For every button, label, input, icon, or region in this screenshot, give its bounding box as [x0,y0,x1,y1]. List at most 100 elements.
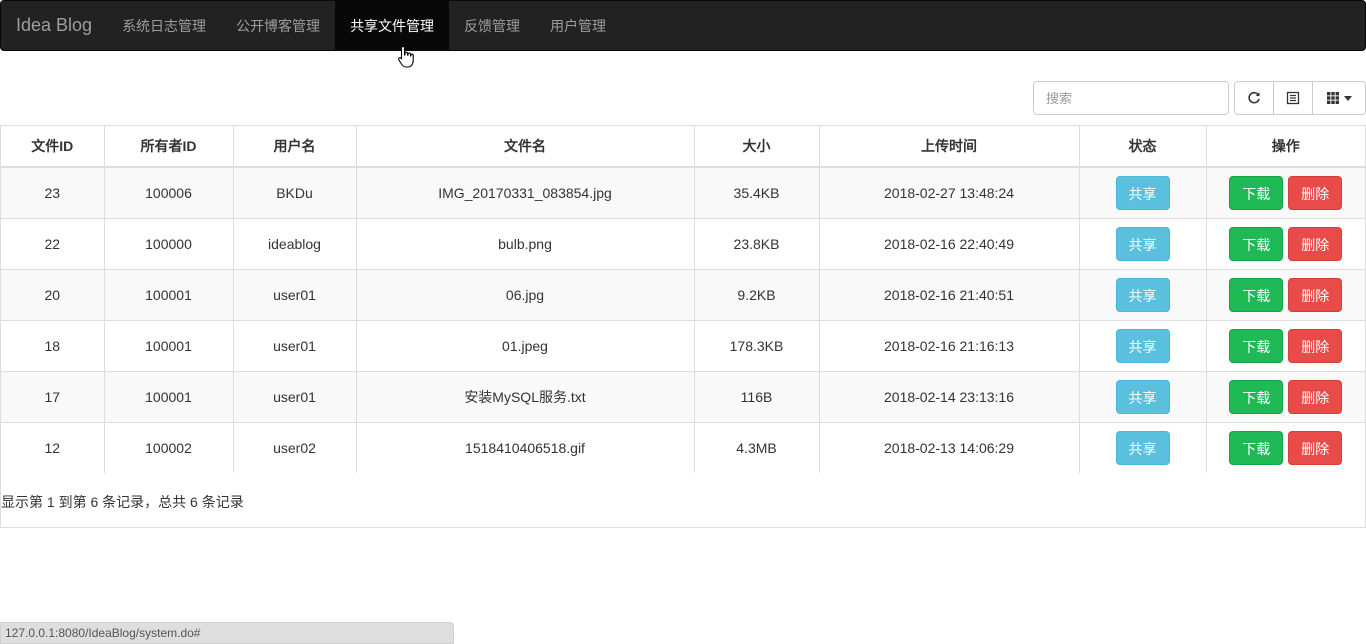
share-status-button[interactable]: 共享 [1115,175,1170,210]
cell-owner-id: 100000 [104,217,234,269]
col-header-status[interactable]: 状态 [1079,126,1207,168]
cell-username: BKDu [233,166,357,218]
table-row: 18 100001 user01 01.jpeg 178.3KB 2018-02… [1,319,1365,371]
cell-file-id: 17 [1,370,105,422]
table-row: 12 100002 user02 1518410406518.gif 4.3MB… [1,421,1365,473]
delete-button[interactable]: 删除 [1288,328,1343,363]
columns-grid-icon [1327,92,1339,104]
cell-username: user01 [233,370,357,422]
cell-actions: 下载 删除 [1206,370,1365,422]
cell-file-id: 12 [1,421,105,473]
top-navbar: Idea Blog 系统日志管理 公开博客管理 共享文件管理 反馈管理 用户管理 [0,0,1366,51]
cell-status: 共享 [1079,421,1207,473]
cell-username: user01 [233,319,357,371]
nav-item-users[interactable]: 用户管理 [535,1,621,50]
nav-menu: 系统日志管理 公开博客管理 共享文件管理 反馈管理 用户管理 [107,1,621,50]
cell-filename: IMG_20170331_083854.jpg [356,166,695,218]
cell-filename: 1518410406518.gif [356,421,695,473]
share-status-button[interactable]: 共享 [1115,277,1170,312]
nav-item-system-log[interactable]: 系统日志管理 [107,1,221,50]
cell-upload-time: 2018-02-13 14:06:29 [819,421,1080,473]
col-header-actions[interactable]: 操作 [1206,126,1365,168]
shared-files-table: 文件ID 所有者ID 用户名 文件名 大小 上传时间 状态 操作 23 1000… [1,126,1365,473]
delete-button[interactable]: 删除 [1288,226,1343,261]
cell-upload-time: 2018-02-16 21:16:13 [819,319,1080,371]
list-toggle-icon [1286,91,1300,105]
cell-upload-time: 2018-02-16 22:40:49 [819,217,1080,269]
cell-upload-time: 2018-02-16 21:40:51 [819,268,1080,320]
cell-file-id: 18 [1,319,105,371]
col-header-filename[interactable]: 文件名 [356,126,695,168]
columns-dropdown-button[interactable] [1313,81,1366,115]
table-row: 20 100001 user01 06.jpg 9.2KB 2018-02-16… [1,268,1365,320]
browser-status-url: 127.0.0.1:8080/IdeaBlog/system.do# [0,622,454,644]
refresh-button[interactable] [1234,81,1274,115]
download-button[interactable]: 下载 [1229,226,1284,261]
cell-owner-id: 100002 [104,421,234,473]
cell-upload-time: 2018-02-27 13:48:24 [819,166,1080,218]
download-button[interactable]: 下载 [1229,277,1284,312]
share-status-button[interactable]: 共享 [1115,379,1170,414]
col-header-owner-id[interactable]: 所有者ID [104,126,234,168]
files-table-container: 文件ID 所有者ID 用户名 文件名 大小 上传时间 状态 操作 23 1000… [0,125,1366,528]
download-button[interactable]: 下载 [1229,430,1284,465]
cell-actions: 下载 删除 [1206,166,1365,218]
download-button[interactable]: 下载 [1229,379,1284,414]
delete-button[interactable]: 删除 [1288,430,1343,465]
nav-item-shared-files[interactable]: 共享文件管理 [335,1,450,50]
cell-actions: 下载 删除 [1206,421,1365,473]
cell-file-id: 23 [1,166,105,218]
cell-owner-id: 100001 [104,370,234,422]
cell-actions: 下载 删除 [1206,268,1365,320]
cell-owner-id: 100001 [104,319,234,371]
table-header-row: 文件ID 所有者ID 用户名 文件名 大小 上传时间 状态 操作 [1,126,1365,168]
table-toolbar [1033,81,1366,115]
cell-size: 23.8KB [694,217,820,269]
cell-owner-id: 100006 [104,166,234,218]
download-button[interactable]: 下载 [1229,175,1284,210]
toggle-view-button[interactable] [1274,81,1313,115]
refresh-icon [1248,91,1260,104]
table-row: 22 100000 ideablog bulb.png 23.8KB 2018-… [1,217,1365,269]
cell-status: 共享 [1079,166,1207,218]
share-status-button[interactable]: 共享 [1115,226,1170,261]
search-input[interactable] [1033,81,1229,115]
caret-down-icon [1344,95,1352,101]
cell-filename: 06.jpg [356,268,695,320]
share-status-button[interactable]: 共享 [1115,328,1170,363]
cell-size: 9.2KB [694,268,820,320]
cell-filename: 01.jpeg [356,319,695,371]
toolbar-button-group [1234,81,1366,115]
cell-username: user01 [233,268,357,320]
share-status-button[interactable]: 共享 [1115,430,1170,465]
cell-status: 共享 [1079,268,1207,320]
delete-button[interactable]: 删除 [1288,277,1343,312]
col-header-username[interactable]: 用户名 [233,126,357,168]
cell-file-id: 22 [1,217,105,269]
cell-size: 116B [694,370,820,422]
cell-filename: 安装MySQL服务.txt [356,370,695,422]
cell-size: 35.4KB [694,166,820,218]
delete-button[interactable]: 删除 [1288,379,1343,414]
nav-item-feedback[interactable]: 反馈管理 [449,1,535,50]
hand-cursor-icon [398,45,414,68]
col-header-file-id[interactable]: 文件ID [1,126,105,168]
cell-filename: bulb.png [356,217,695,269]
cell-size: 178.3KB [694,319,820,371]
cell-size: 4.3MB [694,421,820,473]
cell-actions: 下载 删除 [1206,319,1365,371]
nav-item-public-blog[interactable]: 公开博客管理 [221,1,335,50]
download-button[interactable]: 下载 [1229,328,1284,363]
cell-file-id: 20 [1,268,105,320]
col-header-size[interactable]: 大小 [694,126,820,168]
table-row: 23 100006 BKDu IMG_20170331_083854.jpg 3… [1,166,1365,218]
pagination-info: 显示第 1 到第 6 条记录，总共 6 条记录 [1,494,244,510]
cell-status: 共享 [1079,217,1207,269]
cell-username: ideablog [233,217,357,269]
col-header-upload-time[interactable]: 上传时间 [819,126,1080,168]
cell-actions: 下载 删除 [1206,217,1365,269]
delete-button[interactable]: 删除 [1288,175,1343,210]
cell-upload-time: 2018-02-14 23:13:16 [819,370,1080,422]
cell-owner-id: 100001 [104,268,234,320]
brand-logo[interactable]: Idea Blog [1,1,107,50]
